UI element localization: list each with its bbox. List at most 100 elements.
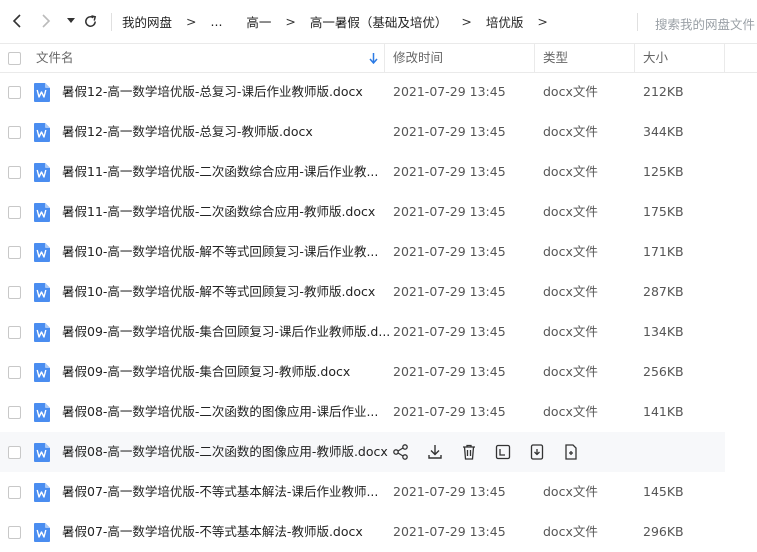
forward-button[interactable]	[37, 12, 55, 30]
column-divider	[634, 44, 635, 72]
file-row[interactable]: 暑假08-高一数学培优版-二次函数的图像应用-课后作业... 2021-07-29…	[0, 392, 725, 432]
file-name[interactable]: 暑假10-高一数学培优版-解不等式回顾复习-教师版.docx	[62, 272, 375, 312]
file-row[interactable]: 暑假12-高一数学培优版-总复习-教师版.docx 2021-07-29 13:4…	[0, 112, 725, 152]
copy-icon	[565, 444, 577, 460]
column-name[interactable]: 文件名	[36, 44, 74, 72]
breadcrumb-grade[interactable]: 高一	[246, 12, 271, 31]
row-checkbox[interactable]	[8, 446, 21, 459]
file-name[interactable]: 暑假07-高一数学培优版-不等式基本解法-课后作业教师...	[62, 472, 378, 512]
word-doc-icon	[34, 203, 50, 222]
word-doc-icon	[34, 363, 50, 382]
file-row[interactable]: 暑假12-高一数学培优版-总复习-课后作业教师版.docx 2021-07-29 …	[0, 72, 725, 112]
file-size: 296KB	[643, 524, 684, 539]
row-checkbox[interactable]	[8, 166, 21, 179]
column-divider	[534, 44, 535, 72]
back-button[interactable]	[8, 12, 26, 30]
breadcrumb-root[interactable]: 我的网盘	[122, 12, 172, 31]
caret-down-icon	[67, 18, 75, 23]
word-doc-icon	[34, 403, 50, 422]
chevron-left-icon	[12, 14, 21, 28]
download-button[interactable]	[426, 443, 444, 461]
file-type: docx文件	[543, 404, 598, 419]
chevron-right-icon	[42, 14, 51, 28]
file-modified: 2021-07-29 13:45	[393, 124, 506, 139]
file-modified: 2021-07-29 13:45	[393, 164, 506, 179]
move-button[interactable]	[528, 443, 546, 461]
word-doc-icon	[34, 283, 50, 302]
breadcrumb-current[interactable]: 培优版	[486, 12, 524, 31]
row-checkbox[interactable]	[8, 246, 21, 259]
row-checkbox[interactable]	[8, 486, 21, 499]
share-button[interactable]	[392, 443, 410, 461]
file-size: 134KB	[643, 324, 684, 339]
file-type: docx文件	[543, 204, 598, 219]
file-modified: 2021-07-29 13:45	[393, 404, 506, 419]
word-doc-icon	[34, 123, 50, 142]
file-name[interactable]: 暑假11-高一数学培优版-二次函数综合应用-教师版.docx	[62, 192, 375, 232]
row-checkbox[interactable]	[8, 526, 21, 539]
file-size: 256KB	[643, 364, 684, 379]
column-divider	[724, 44, 725, 72]
row-checkbox[interactable]	[8, 126, 21, 139]
file-name[interactable]: 暑假09-高一数学培优版-集合回顾复习-教师版.docx	[62, 352, 350, 392]
row-checkbox[interactable]	[8, 326, 21, 339]
file-name[interactable]: 暑假10-高一数学培优版-解不等式回顾复习-课后作业教...	[62, 232, 378, 272]
file-name[interactable]: 暑假09-高一数学培优版-集合回顾复习-课后作业教师版.d...	[62, 312, 390, 352]
file-size: 171KB	[643, 244, 684, 259]
file-row[interactable]: 暑假10-高一数学培优版-解不等式回顾复习-课后作业教... 2021-07-29…	[0, 232, 725, 272]
breadcrumb-separator-icon: >	[285, 14, 296, 29]
breadcrumb-separator-icon: >	[461, 14, 472, 29]
search-input[interactable]: 搜索我的网盘文件	[655, 14, 755, 33]
word-doc-icon	[34, 243, 50, 262]
file-row[interactable]: 暑假11-高一数学培优版-二次函数综合应用-教师版.docx 2021-07-29…	[0, 192, 725, 232]
file-size: 344KB	[643, 124, 684, 139]
breadcrumb-ellipsis[interactable]: ...	[211, 14, 223, 29]
row-checkbox[interactable]	[8, 366, 21, 379]
column-modified[interactable]: 修改时间	[393, 44, 443, 72]
select-all-checkbox[interactable]	[8, 52, 21, 65]
file-name[interactable]: 暑假08-高一数学培优版-二次函数的图像应用-课后作业...	[62, 392, 378, 432]
file-name[interactable]: 暑假12-高一数学培优版-总复习-课后作业教师版.docx	[62, 72, 363, 112]
breadcrumb-separator-icon: >	[186, 14, 197, 29]
file-name[interactable]: 暑假11-高一数学培优版-二次函数综合应用-课后作业教...	[62, 152, 378, 192]
file-name[interactable]: 暑假12-高一数学培优版-总复习-教师版.docx	[62, 112, 313, 152]
file-row[interactable]: 暑假09-高一数学培优版-集合回顾复习-教师版.docx 2021-07-29 1…	[0, 352, 725, 392]
move-icon	[530, 444, 544, 460]
breadcrumb-separator-icon: >	[537, 14, 548, 29]
file-size: 145KB	[643, 484, 684, 499]
word-doc-icon	[34, 483, 50, 502]
file-modified: 2021-07-29 13:45	[393, 324, 506, 339]
row-checkbox[interactable]	[8, 406, 21, 419]
file-row[interactable]: 暑假09-高一数学培优版-集合回顾复习-课后作业教师版.d... 2021-07-…	[0, 312, 725, 352]
file-name[interactable]: 暑假07-高一数学培优版-不等式基本解法-教师版.docx	[62, 512, 363, 552]
file-modified: 2021-07-29 13:45	[393, 284, 506, 299]
share-icon	[393, 444, 408, 460]
file-row[interactable]: 暑假10-高一数学培优版-解不等式回顾复习-教师版.docx 2021-07-29…	[0, 272, 725, 312]
row-checkbox[interactable]	[8, 206, 21, 219]
sort-arrow-icon[interactable]	[369, 53, 378, 64]
download-icon	[428, 445, 442, 459]
file-modified: 2021-07-29 13:45	[393, 524, 506, 539]
delete-button[interactable]	[460, 443, 478, 461]
row-checkbox[interactable]	[8, 86, 21, 99]
file-size: 125KB	[643, 164, 684, 179]
refresh-button[interactable]	[81, 12, 99, 30]
file-row[interactable]: 暑假08-高一数学培优版-二次函数的图像应用-教师版.docx	[0, 432, 725, 472]
history-dropdown[interactable]	[62, 12, 80, 30]
file-size: 141KB	[643, 404, 684, 419]
breadcrumb-summer[interactable]: 高一暑假（基础及培优）	[310, 12, 448, 31]
copy-button[interactable]	[562, 443, 580, 461]
row-checkbox[interactable]	[8, 286, 21, 299]
row-actions	[392, 443, 596, 461]
file-modified: 2021-07-29 13:45	[393, 244, 506, 259]
file-row[interactable]: 暑假07-高一数学培优版-不等式基本解法-课后作业教师... 2021-07-29…	[0, 472, 725, 512]
column-divider	[384, 44, 385, 72]
file-row[interactable]: 暑假11-高一数学培优版-二次函数综合应用-课后作业教... 2021-07-29…	[0, 152, 725, 192]
file-row[interactable]: 暑假07-高一数学培优版-不等式基本解法-教师版.docx 2021-07-29 …	[0, 512, 725, 552]
file-name[interactable]: 暑假08-高一数学培优版-二次函数的图像应用-教师版.docx	[62, 432, 388, 472]
column-type[interactable]: 类型	[543, 44, 568, 72]
column-size[interactable]: 大小	[643, 44, 668, 72]
search-divider	[637, 13, 638, 31]
file-type: docx文件	[543, 284, 598, 299]
rename-button[interactable]	[494, 443, 512, 461]
